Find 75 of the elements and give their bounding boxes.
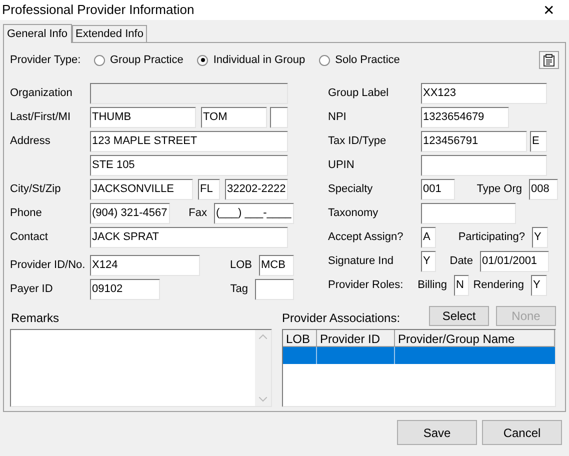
- input-field[interactable]: Y: [532, 226, 548, 248]
- radio-option[interactable]: Individual in Group: [197, 52, 306, 68]
- input-field[interactable]: A: [421, 226, 436, 248]
- field-label: Tax ID/Type: [328, 134, 386, 149]
- field-label: Group Label: [328, 86, 389, 101]
- input-field[interactable]: 001: [421, 178, 455, 200]
- tab[interactable]: Extended Info: [72, 25, 148, 42]
- input-field[interactable]: [421, 154, 547, 176]
- input-field[interactable]: E: [530, 130, 547, 152]
- field-label: Address: [10, 134, 50, 149]
- input-field[interactable]: 008: [529, 178, 558, 200]
- field-label: Provider Type:: [10, 52, 82, 68]
- radio-option[interactable]: Group Practice: [94, 52, 184, 68]
- field-label: Last/First/MI: [10, 110, 71, 125]
- field-label: Participating?: [458, 230, 525, 245]
- input-field[interactable]: Y: [421, 250, 436, 272]
- field-label: Fax: [188, 206, 207, 221]
- column-header[interactable]: LOB: [283, 330, 317, 346]
- input-field[interactable]: [270, 106, 288, 128]
- dialog-button[interactable]: Cancel: [482, 420, 562, 445]
- field-label: NPI: [328, 110, 346, 125]
- field-label: Type Org: [476, 182, 522, 197]
- field-label: Contact: [10, 230, 48, 245]
- input-field[interactable]: 32202-2222: [225, 178, 288, 200]
- input-field[interactable]: STE 105: [90, 154, 288, 176]
- input-field[interactable]: JACKSONVILLE: [90, 178, 193, 200]
- radio-icon[interactable]: [197, 54, 208, 66]
- close-button[interactable]: ✕: [543, 0, 555, 20]
- clipboard-icon[interactable]: [539, 51, 559, 69]
- tab[interactable]: General Info: [3, 24, 72, 43]
- window-title: Professional Provider Information: [2, 1, 194, 20]
- input-field[interactable]: N: [454, 274, 469, 296]
- field-label: Date: [450, 254, 473, 269]
- input-field[interactable]: 09102: [90, 278, 160, 300]
- remarks-field[interactable]: [10, 329, 272, 407]
- input-field[interactable]: 123 MAPLE STREET: [90, 130, 288, 152]
- field-label: Organization: [10, 86, 72, 101]
- field-label: Payer ID: [10, 282, 53, 297]
- action-button[interactable]: Select: [429, 306, 489, 326]
- field-label: Phone: [10, 206, 42, 221]
- input-field[interactable]: [255, 278, 294, 300]
- input-field[interactable]: (904) 321-4567: [90, 202, 170, 224]
- input-field[interactable]: MCB: [259, 254, 294, 276]
- field-label: Provider Roles:: [328, 278, 404, 293]
- input-field[interactable]: TOM: [201, 106, 267, 128]
- input-field[interactable]: JACK SPRAT: [90, 226, 288, 248]
- field-label: Rendering: [473, 278, 524, 293]
- section-label: Provider Associations:: [282, 310, 400, 327]
- field-label: Provider ID/No.: [10, 258, 86, 273]
- field-label: Tag: [230, 282, 248, 297]
- field-label: Specialty: [328, 182, 373, 197]
- input-field[interactable]: 123456791: [421, 130, 527, 152]
- input-field[interactable]: FL: [198, 178, 220, 200]
- input-field[interactable]: X124: [90, 254, 200, 276]
- field-label: Remarks: [10, 310, 60, 327]
- field-label: LOB: [230, 258, 252, 273]
- radio-icon[interactable]: [94, 54, 105, 66]
- radio-icon[interactable]: [319, 54, 330, 66]
- field-label: UPIN: [328, 158, 354, 173]
- column-header[interactable]: Provider/Group Name: [395, 330, 555, 346]
- radio-option[interactable]: Solo Practice: [319, 52, 400, 68]
- field-label: Signature Ind: [328, 254, 394, 269]
- input-field[interactable]: 01/01/2001: [480, 250, 549, 272]
- input-field[interactable]: [421, 202, 516, 224]
- dialog-button[interactable]: Save: [397, 420, 477, 445]
- field-label: Taxonomy: [328, 206, 378, 221]
- input-field[interactable]: XX123: [421, 82, 547, 104]
- field-label: Billing: [418, 278, 447, 293]
- input-field[interactable]: (___) ___-____: [214, 202, 294, 224]
- field-label: City/St/Zip: [10, 182, 61, 197]
- field-label: Accept Assign?: [328, 230, 404, 245]
- input-field[interactable]: Y: [531, 274, 547, 296]
- input-field[interactable]: THUMB: [90, 106, 196, 128]
- input-field[interactable]: 1323654679: [421, 106, 509, 128]
- column-header[interactable]: Provider ID: [317, 330, 395, 346]
